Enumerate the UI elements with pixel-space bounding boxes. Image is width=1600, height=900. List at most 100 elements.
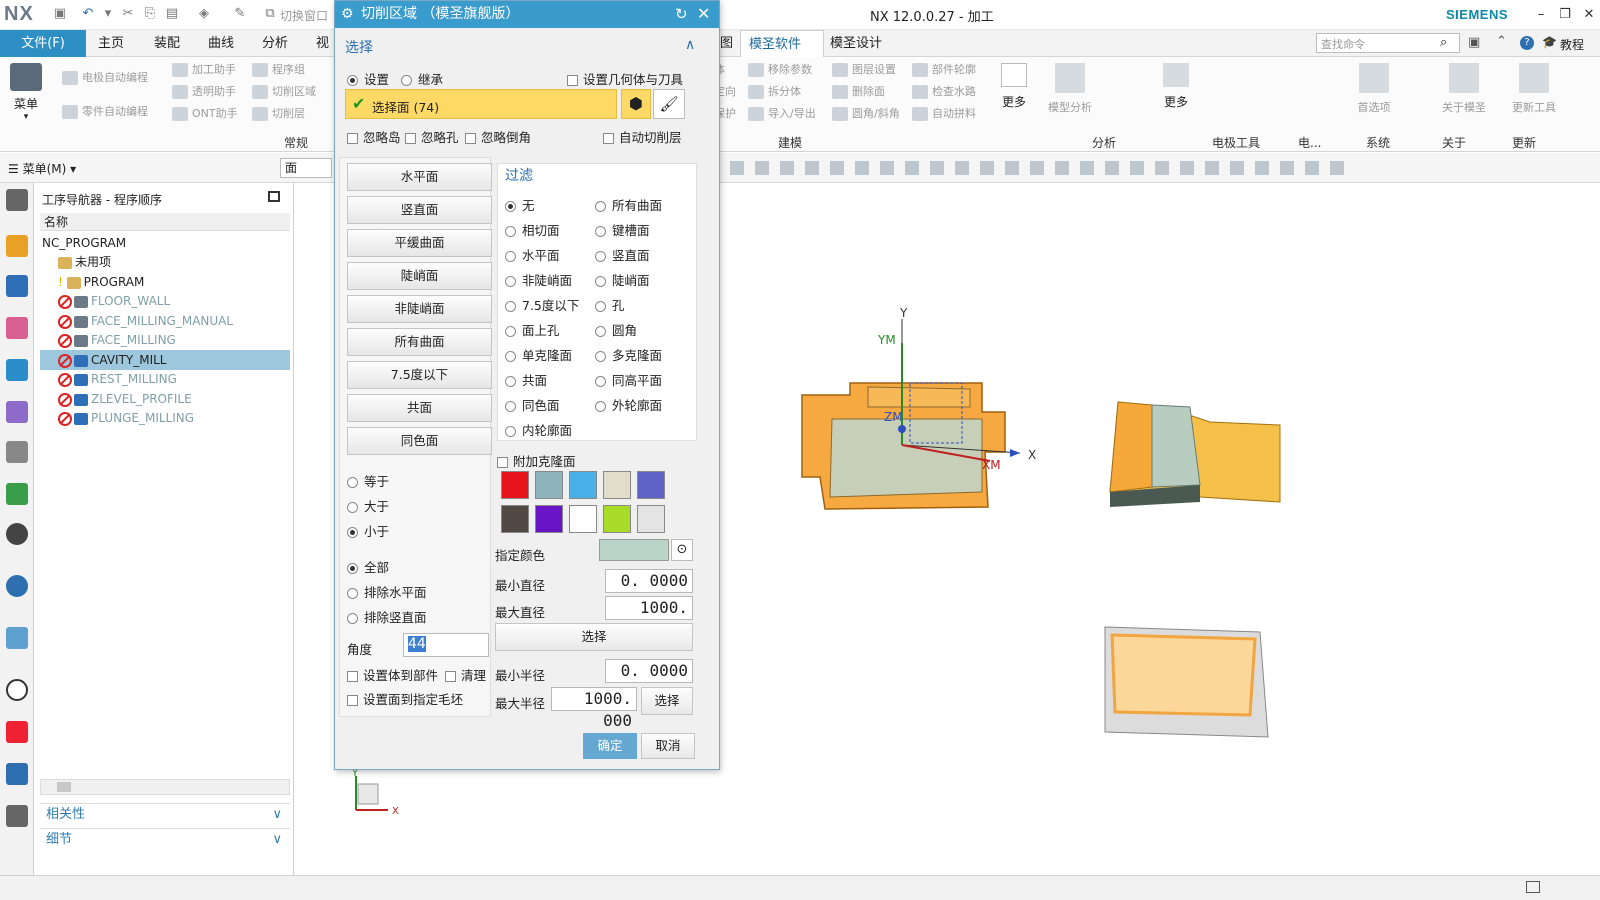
ribbon-item-check-waterway[interactable]: 检查水路: [912, 83, 976, 99]
filter-horizontal-radio[interactable]: 水平面: [505, 245, 560, 264]
touch-mode-icon[interactable]: ✎: [232, 6, 248, 22]
set-body-to-part-checkbox[interactable]: 设置体到部件: [347, 665, 438, 684]
set-geometry-checkbox[interactable]: 设置几何体与刀具: [567, 69, 683, 88]
vertical-face-button[interactable]: 竖直面: [347, 196, 492, 224]
compare-equal-radio[interactable]: 等于: [347, 471, 389, 490]
ribbon-collapse-icon[interactable]: ⌃: [1496, 34, 1507, 49]
non-steep-face-button[interactable]: 非陡峭面: [347, 295, 492, 323]
horizontal-face-button[interactable]: 水平面: [347, 163, 492, 191]
more-button-modeling[interactable]: 更多: [994, 63, 1034, 110]
color-swatch-7[interactable]: [535, 505, 563, 533]
tree-op-rest-milling[interactable]: REST_MILLING: [40, 369, 290, 389]
tab-view[interactable]: 视: [308, 30, 337, 57]
dropdown-icon[interactable]: ▾: [100, 6, 116, 22]
repeat-icon[interactable]: ◈: [196, 6, 212, 22]
color-swatch-1[interactable]: [501, 471, 529, 499]
ribbon-item-machining-assistant[interactable]: 加工助手: [172, 61, 236, 77]
coplanar-button[interactable]: 共面: [347, 394, 492, 422]
update-button[interactable]: 更新工具: [1506, 63, 1562, 115]
file-menu[interactable]: 文件(F): [0, 30, 86, 57]
ribbon-item-ont-assistant[interactable]: ONT助手: [172, 105, 238, 121]
mode-set-radio[interactable]: 设置: [347, 69, 389, 88]
exclude-vertical-radio[interactable]: 排除竖直面: [347, 607, 427, 626]
window-icon[interactable]: ▣: [1468, 35, 1480, 50]
history-clock-icon[interactable]: [6, 679, 28, 701]
filter-multi-clone-radio[interactable]: 多克隆面: [595, 345, 662, 364]
clean-checkbox[interactable]: 清理: [445, 665, 486, 684]
tools-icon[interactable]: [6, 805, 28, 827]
tab-home[interactable]: 主页: [90, 30, 132, 57]
switch-window-label[interactable]: 切换窗口: [280, 7, 328, 24]
ribbon-item-remove-params[interactable]: 移除参数: [748, 61, 812, 77]
cut-icon[interactable]: ✂: [120, 6, 136, 22]
binoculars-icon[interactable]: ⊙: [671, 539, 693, 561]
color-swatch-2[interactable]: [535, 471, 563, 499]
ignore-hole-checkbox[interactable]: 忽略孔: [405, 127, 459, 146]
tree-op-face-milling-manual[interactable]: FACE_MILLING_MANUAL: [40, 311, 290, 331]
fullscreen-icon[interactable]: [1526, 881, 1540, 893]
menu-dropdown[interactable]: ☰ 菜单(M) ▾: [8, 160, 76, 177]
filter-inner-contour-radio[interactable]: 内轮廓面: [505, 420, 572, 439]
menu-ribbon-button[interactable]: 菜单 ▾: [6, 63, 46, 122]
part-frame[interactable]: [1104, 626, 1269, 738]
set-face-to-blank-checkbox[interactable]: 设置面到指定毛坯: [347, 689, 463, 708]
details-panel[interactable]: 细节 ∨: [40, 828, 290, 850]
ignore-chamfer-checkbox[interactable]: 忽略倒角: [465, 127, 531, 146]
part-navigator-icon[interactable]: [6, 317, 28, 339]
exclude-all-radio[interactable]: 全部: [347, 557, 389, 576]
switch-window-icon[interactable]: ⧉: [262, 6, 278, 22]
angle-input[interactable]: 44: [403, 633, 489, 657]
steep-face-button[interactable]: 陡峭面: [347, 262, 492, 290]
tree-unused[interactable]: 未用项: [40, 252, 290, 272]
filter-same-color-radio[interactable]: 同色面: [505, 395, 560, 414]
tab-curve[interactable]: 曲线: [200, 30, 242, 57]
color-swatch-8[interactable]: [569, 505, 597, 533]
ribbon-item-cut-level[interactable]: 切削层: [252, 105, 305, 121]
roles-icon[interactable]: [6, 763, 28, 785]
filter-all-surfaces-radio[interactable]: 所有曲面: [595, 195, 662, 214]
diameter-select-button[interactable]: 选择: [495, 623, 693, 651]
preferences-button[interactable]: 首选项: [1350, 63, 1398, 115]
filter-tangent-radio[interactable]: 相切面: [505, 220, 560, 239]
filter-below-7-5-radio[interactable]: 7.5度以下: [505, 295, 579, 314]
tree-op-cavity-mill[interactable]: CAVITY_MILL: [40, 350, 290, 370]
more-button-analysis[interactable]: 更多: [1156, 63, 1196, 110]
filter-hole-on-face-radio[interactable]: 面上孔: [505, 320, 560, 339]
all-surfaces-button[interactable]: 所有曲面: [347, 328, 492, 356]
max-radius-input[interactable]: 1000. 000: [551, 687, 637, 730]
part-block[interactable]: [1109, 401, 1281, 507]
filter-keyway-radio[interactable]: 键槽面: [595, 220, 650, 239]
color-swatch-4[interactable]: [603, 471, 631, 499]
compare-less-radio[interactable]: 小于: [347, 521, 389, 540]
ribbon-item-electrode-auto[interactable]: 电极自动编程: [62, 69, 148, 85]
auto-cut-level-checkbox[interactable]: 自动切削层: [603, 127, 682, 146]
color-swatch-10[interactable]: [637, 505, 665, 533]
type-filter-select[interactable]: 面: [280, 158, 332, 178]
same-color-button[interactable]: 同色面: [347, 427, 492, 455]
operation-navigator-icon[interactable]: [6, 359, 28, 381]
info-icon[interactable]: [6, 575, 28, 597]
constraint-navigator-icon[interactable]: [6, 275, 28, 297]
ribbon-item-cut-area[interactable]: 切削区域: [252, 83, 316, 99]
ribbon-item-layer-settings[interactable]: 图层设置: [832, 61, 896, 77]
dialog-close-icon[interactable]: ✕: [697, 4, 710, 23]
filter-single-clone-radio[interactable]: 单克隆面: [505, 345, 572, 364]
filter-same-height-radio[interactable]: 同高平面: [595, 370, 662, 389]
tree-program[interactable]: ! PROGRAM: [40, 272, 290, 292]
ribbon-item-delete-face[interactable]: 删除面: [832, 83, 885, 99]
tree-op-face-milling[interactable]: FACE_MILLING: [40, 330, 290, 350]
filter-hole-radio[interactable]: 孔: [595, 295, 625, 314]
tree-op-zlevel-profile[interactable]: ZLEVEL_PROFILE: [40, 389, 290, 409]
machine-navigator-icon[interactable]: [6, 401, 28, 423]
tab-mosheng-design[interactable]: 模圣设计: [822, 30, 890, 57]
section-collapse-icon[interactable]: ∧: [685, 37, 695, 53]
selection-toolbar-icons[interactable]: [730, 161, 1350, 175]
settings-gear-icon[interactable]: [6, 189, 28, 211]
search-icon[interactable]: ⌕: [1440, 35, 1447, 50]
filter-non-steep-radio[interactable]: 非陡峭面: [505, 270, 572, 289]
tree-op-floor-wall[interactable]: FLOOR_WALL: [40, 291, 290, 311]
reuse-library-icon[interactable]: [6, 441, 28, 463]
restore-icon[interactable]: ❐: [1554, 4, 1576, 26]
gentle-surface-button[interactable]: 平缓曲面: [347, 229, 492, 257]
reset-icon[interactable]: ↻: [675, 5, 688, 23]
